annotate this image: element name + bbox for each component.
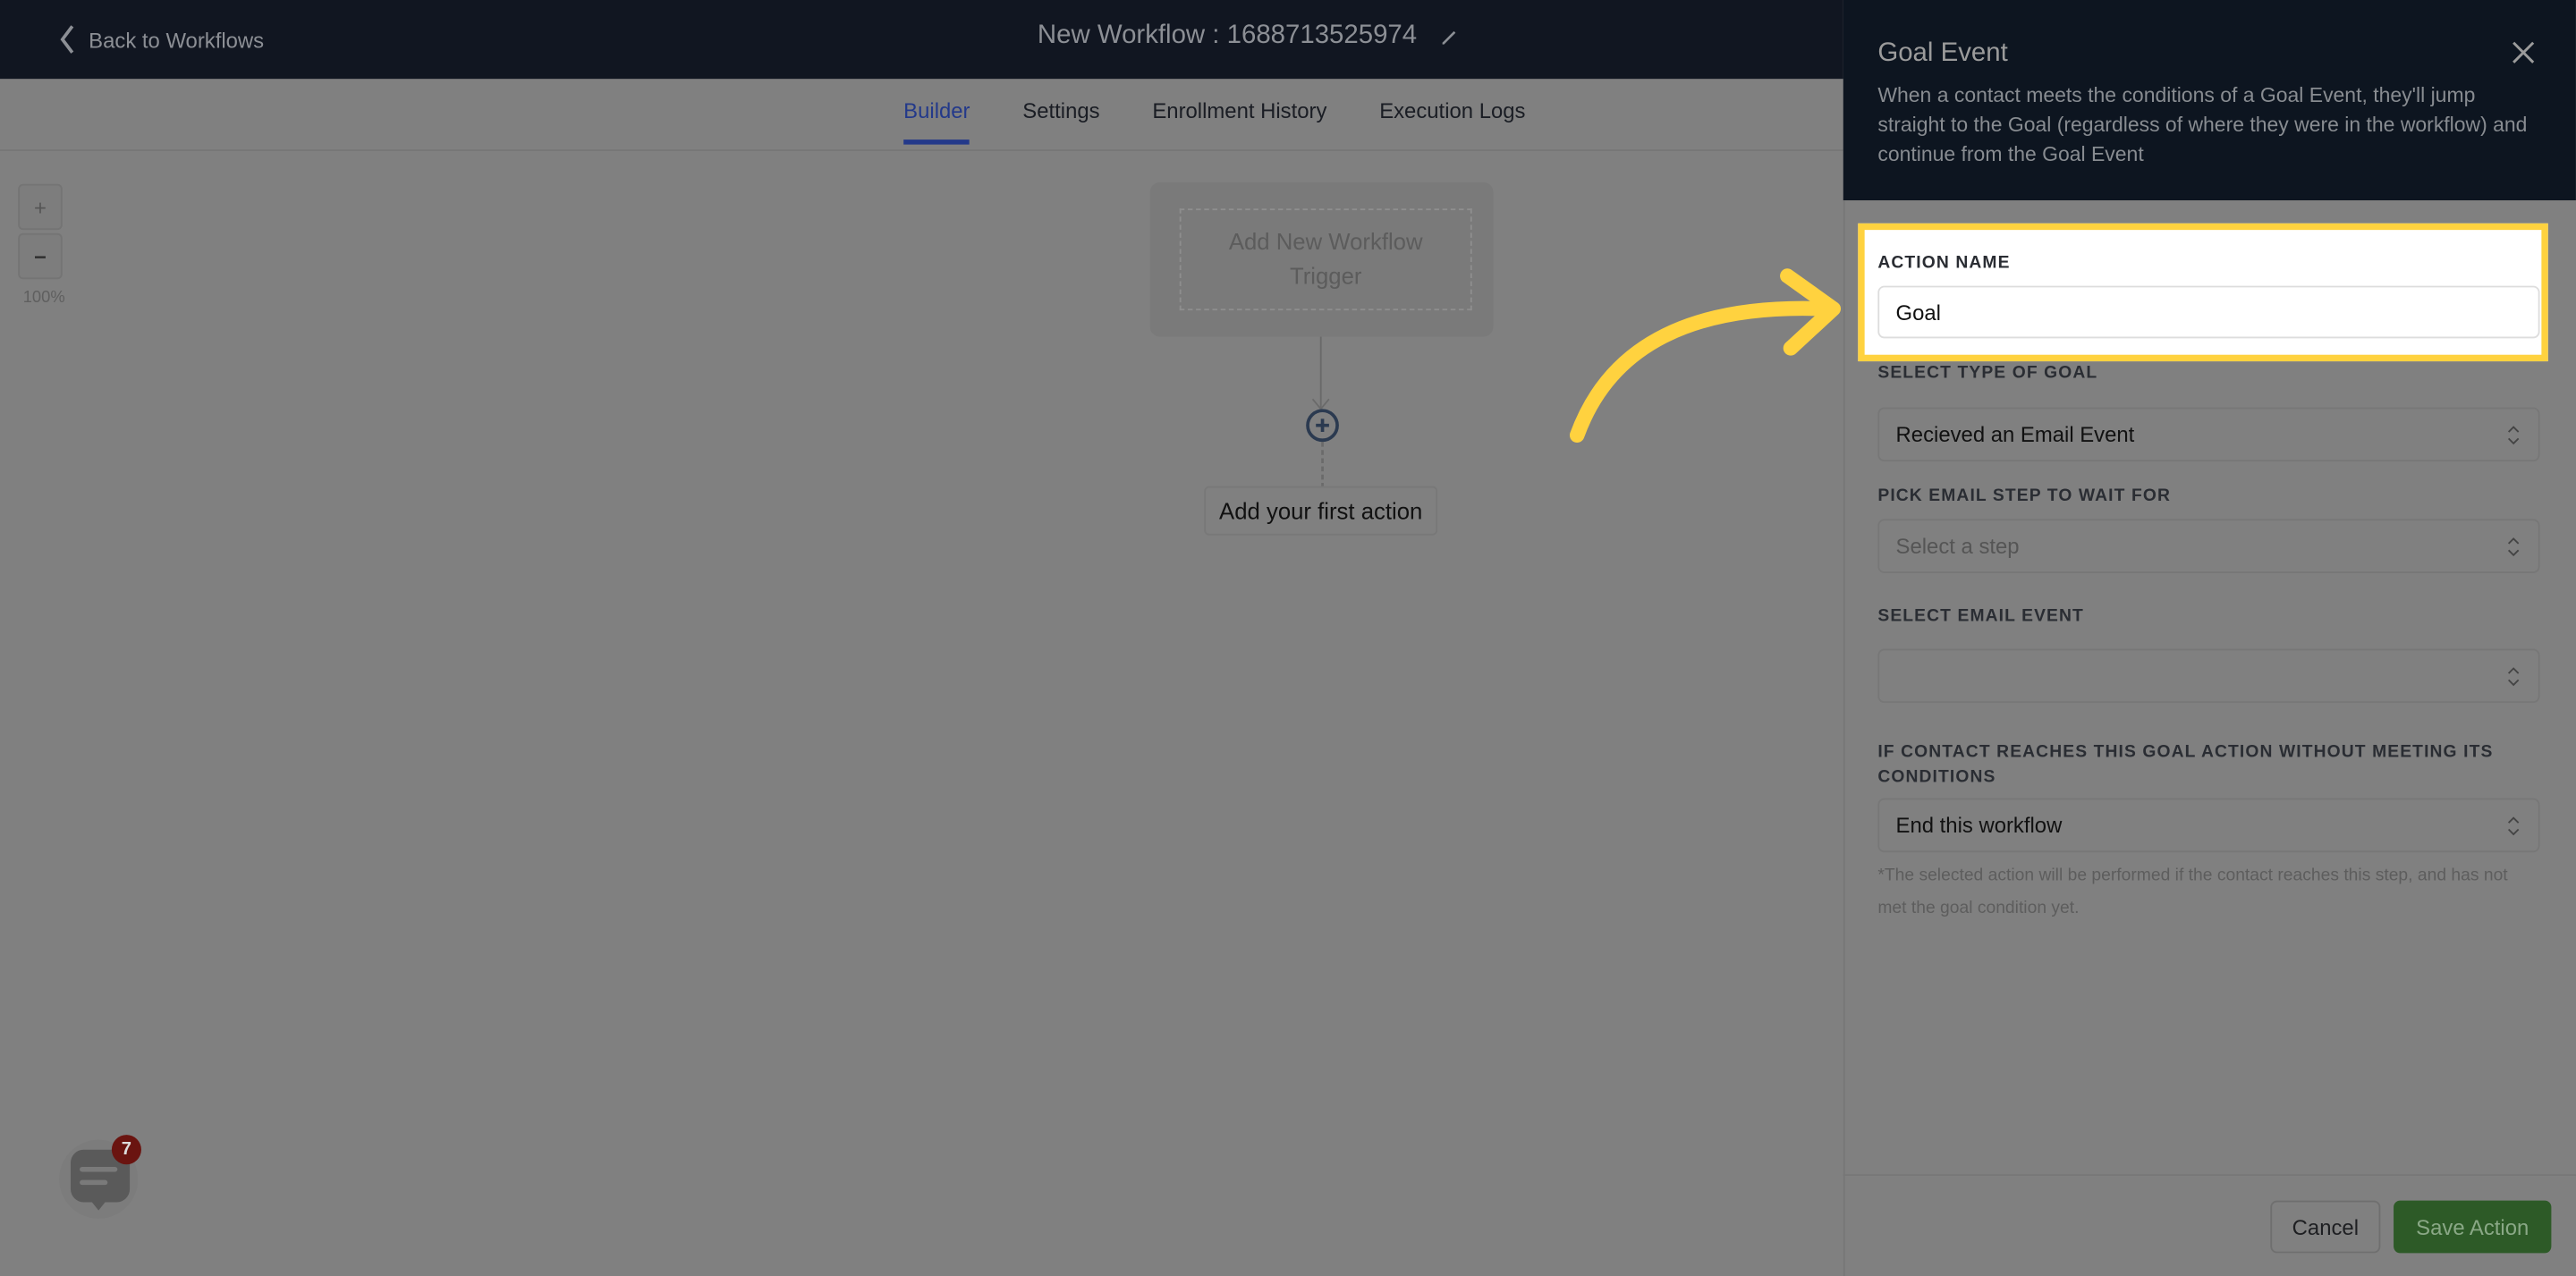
chevron-updown-icon xyxy=(2507,816,2520,836)
cancel-button[interactable]: Cancel xyxy=(2270,1200,2381,1254)
goal-type-label: SELECT TYPE OF GOAL xyxy=(1877,362,2098,383)
yellow-arrow-annotation xyxy=(1569,268,1842,443)
fallback-label: IF CONTACT REACHES THIS GOAL ACTION WITH… xyxy=(1877,742,2494,787)
tab-enrollment-history[interactable]: Enrollment History xyxy=(1152,98,1326,144)
fallback-value: End this workflow xyxy=(1895,813,2063,838)
chevron-left-icon xyxy=(60,25,74,54)
back-to-workflows-link[interactable]: Back to Workflows xyxy=(59,25,264,55)
goal-type-value: Recieved an Email Event xyxy=(1895,422,2135,447)
email-step-placeholder: Select a step xyxy=(1895,533,2020,559)
fallback-note: *The selected action will be performed i… xyxy=(1877,865,2508,918)
email-event-label: SELECT EMAIL EVENT xyxy=(1877,605,2084,626)
tab-execution-logs[interactable]: Execution Logs xyxy=(1379,98,1525,144)
save-action-button[interactable]: Save Action xyxy=(2394,1200,2552,1254)
add-first-action-button[interactable]: Add your first action xyxy=(1204,486,1438,536)
top-bar xyxy=(0,0,1843,80)
pencil-icon[interactable] xyxy=(1440,26,1460,46)
add-trigger-button[interactable]: Add New Workflow Trigger xyxy=(1179,208,1472,311)
panel-title: Goal Event xyxy=(1877,39,2008,68)
tab-bar: Builder Settings Enrollment History Exec… xyxy=(903,98,1525,145)
action-name-input[interactable] xyxy=(1877,285,2540,339)
email-event-select[interactable] xyxy=(1877,648,2540,704)
add-action-plus-icon[interactable] xyxy=(1304,408,1340,444)
fallback-select[interactable]: End this workflow xyxy=(1877,798,2540,853)
chat-badge: 7 xyxy=(111,1135,141,1165)
close-icon[interactable] xyxy=(2509,38,2538,67)
zoom-in-button[interactable]: + xyxy=(18,183,63,231)
tab-settings[interactable]: Settings xyxy=(1022,98,1099,144)
chevron-updown-icon xyxy=(2507,667,2520,687)
tab-divider xyxy=(0,149,1843,151)
workflow-title: New Workflow : 1688713525974 xyxy=(986,21,1512,51)
zoom-level: 100% xyxy=(22,289,65,308)
goal-type-select[interactable]: Recieved an Email Event xyxy=(1877,407,2540,462)
chevron-updown-icon xyxy=(2507,537,2520,557)
panel-description: When a contact meets the conditions of a… xyxy=(1877,83,2528,166)
email-step-label: PICK EMAIL STEP TO WAIT FOR xyxy=(1877,486,2171,506)
back-label: Back to Workflows xyxy=(89,27,265,52)
chevron-updown-icon xyxy=(2507,426,2520,445)
app: Back to Workflows New Workflow : 1688713… xyxy=(0,0,2576,1276)
footer-divider xyxy=(1843,1174,2576,1177)
tab-builder[interactable]: Builder xyxy=(903,98,970,145)
action-name-label: ACTION NAME xyxy=(1877,252,2011,273)
workflow-title-text: New Workflow : 1688713525974 xyxy=(1037,21,1418,50)
zoom-out-button[interactable]: − xyxy=(18,232,63,280)
add-trigger-label: Add New Workflow Trigger xyxy=(1228,228,1423,290)
email-step-select[interactable]: Select a step xyxy=(1877,519,2540,574)
